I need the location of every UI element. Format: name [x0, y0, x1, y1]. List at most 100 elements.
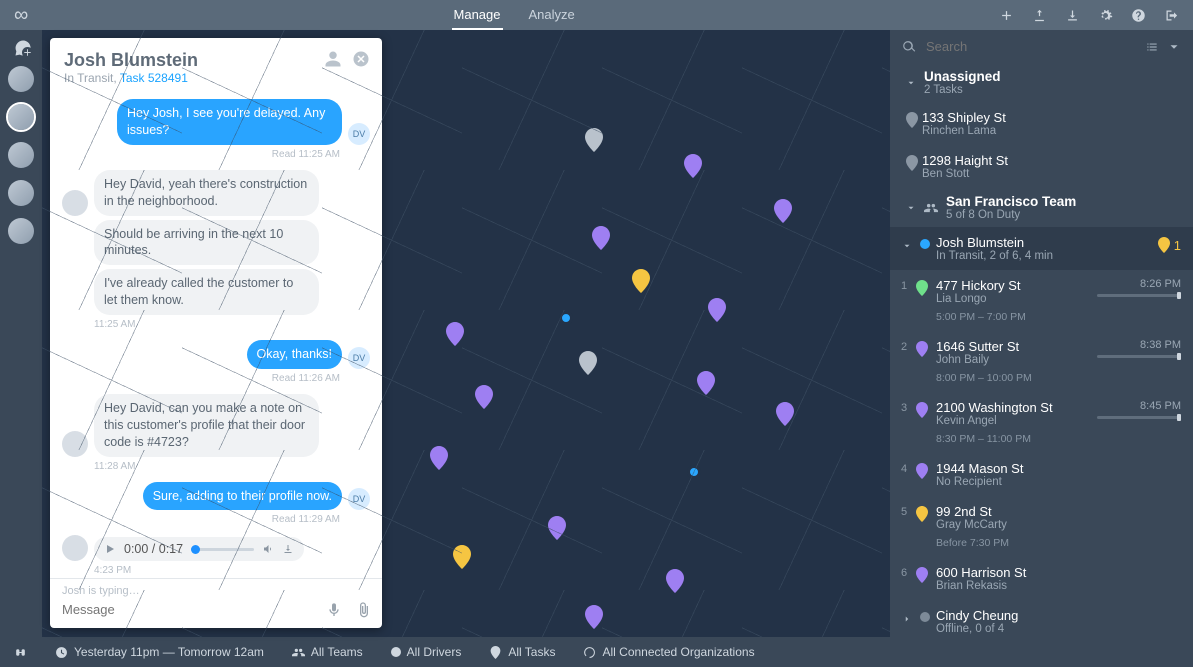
- group-title: Unassigned: [924, 69, 1001, 84]
- map-pin[interactable]: [592, 226, 610, 250]
- warning-pin-icon: [1158, 237, 1170, 253]
- chat-task-link[interactable]: Task 528491: [120, 71, 188, 85]
- settings-icon[interactable]: [1098, 8, 1113, 23]
- new-chat-icon[interactable]: [13, 38, 29, 54]
- download-icon[interactable]: [1065, 8, 1080, 23]
- msg-meta: Read 11:29 AM: [62, 514, 370, 525]
- top-bar: ∞ Manage Analyze: [0, 0, 1193, 30]
- task-row[interactable]: 5 99 2nd St Gray McCartyBefore 7:30 PM: [890, 496, 1193, 557]
- help-icon[interactable]: [1131, 8, 1146, 23]
- logout-icon[interactable]: [1164, 8, 1179, 23]
- chevron-down-icon[interactable]: [902, 241, 912, 251]
- map-pin[interactable]: [776, 402, 794, 426]
- driver-name: Cindy Cheung: [936, 608, 1181, 623]
- driver-row[interactable]: Cindy Cheung Offline, 0 of 4: [890, 600, 1193, 637]
- chevron-right-icon[interactable]: [902, 614, 912, 624]
- contact-avatar-3[interactable]: [8, 142, 34, 168]
- status-tasks-text: All Tasks: [508, 645, 555, 659]
- chevron-down-icon[interactable]: [1167, 40, 1181, 54]
- driver-row[interactable]: Josh Blumstein In Transit, 2 of 6, 4 min…: [890, 227, 1193, 270]
- group-team[interactable]: San Francisco Team 5 of 8 On Duty: [890, 188, 1193, 227]
- chevron-down-icon[interactable]: [906, 78, 916, 88]
- map-pin[interactable]: [446, 322, 464, 346]
- msg-incoming: Should be arriving in the next 10 minute…: [94, 220, 319, 266]
- task-window: Before 7:30 PM: [936, 537, 1181, 549]
- task-row[interactable]: 6 600 Harrison St Brian Rekasis: [890, 557, 1193, 600]
- clock-icon: [55, 646, 68, 659]
- map-pin[interactable]: [697, 371, 715, 395]
- msg-meta: Read 11:25 AM: [62, 149, 370, 160]
- volume-icon[interactable]: [262, 543, 274, 555]
- group-subtitle: 5 of 8 On Duty: [946, 209, 1076, 221]
- group-title: San Francisco Team: [946, 194, 1076, 209]
- task-row[interactable]: 2 1646 Sutter St John Baily8:38 PM8:00 P…: [890, 331, 1193, 392]
- search-icon[interactable]: [902, 40, 916, 54]
- map-pin[interactable]: [585, 605, 603, 629]
- import-icon[interactable]: [1032, 8, 1047, 23]
- msg-incoming: I've already called the customer to let …: [94, 269, 319, 315]
- task-row[interactable]: 3 2100 Washington St Kevin Angel8:45 PM8…: [890, 392, 1193, 453]
- map-pin[interactable]: [585, 128, 603, 152]
- pin-icon: [916, 280, 928, 296]
- map-pin[interactable]: [774, 199, 792, 223]
- task-row[interactable]: 1298 Haight St Ben Stott: [890, 145, 1193, 188]
- message-input[interactable]: [60, 601, 312, 618]
- status-drivers[interactable]: All Drivers: [391, 645, 462, 659]
- map-pin[interactable]: [430, 446, 448, 470]
- status-range[interactable]: Yesterday 11pm — Tomorrow 12am: [55, 645, 264, 659]
- map-pin[interactable]: [684, 154, 702, 178]
- right-panel: Unassigned 2 Tasks 133 Shipley St Rinche…: [890, 30, 1193, 637]
- contact-avatar-4[interactable]: [8, 180, 34, 206]
- msg-meta: 4:23 PM: [62, 565, 370, 576]
- tab-analyze[interactable]: Analyze: [527, 1, 577, 30]
- mic-icon[interactable]: [326, 602, 342, 618]
- pin-icon: [916, 341, 928, 357]
- status-binoculars[interactable]: [14, 646, 27, 659]
- map-pin[interactable]: [579, 351, 597, 375]
- map-area[interactable]: Josh Blumstein In Transit, Task 528491 H…: [42, 30, 890, 637]
- contact-avatar-2[interactable]: [8, 104, 34, 130]
- pin-icon: [916, 506, 928, 522]
- map-pin[interactable]: [666, 569, 684, 593]
- view-options-icon[interactable]: [1145, 40, 1159, 54]
- attach-icon[interactable]: [356, 602, 372, 618]
- play-icon[interactable]: [104, 543, 116, 555]
- chevron-down-icon[interactable]: [906, 203, 916, 213]
- tab-manage[interactable]: Manage: [452, 1, 503, 30]
- msg-outgoing: Sure, adding to their profile now.: [143, 482, 342, 511]
- app-logo: ∞: [14, 4, 29, 27]
- status-drivers-text: All Drivers: [407, 645, 462, 659]
- driver-status: Offline, 0 of 4: [936, 623, 1181, 635]
- task-number: 2: [901, 341, 907, 353]
- task-row[interactable]: 133 Shipley St Rinchen Lama: [890, 102, 1193, 145]
- profile-icon[interactable]: [324, 50, 342, 68]
- msg-meta: 11:25 AM: [62, 319, 370, 330]
- typing-indicator: Josh is typing…: [50, 579, 382, 601]
- msg-incoming: Hey David, yeah there's construction in …: [94, 170, 319, 216]
- map-driver-dot[interactable]: [687, 465, 701, 479]
- map-pin[interactable]: [475, 385, 493, 409]
- status-tasks[interactable]: All Tasks: [489, 645, 555, 659]
- map-pin[interactable]: [632, 269, 650, 293]
- search-input[interactable]: [924, 38, 1137, 55]
- status-teams[interactable]: All Teams: [292, 645, 363, 659]
- contact-avatar-5[interactable]: [8, 218, 34, 244]
- task-row[interactable]: 1 477 Hickory St Lia Longo8:26 PM5:00 PM…: [890, 270, 1193, 331]
- contact-avatar-1[interactable]: [8, 66, 34, 92]
- download-audio-icon[interactable]: [282, 543, 294, 555]
- close-icon[interactable]: [352, 50, 370, 68]
- map-pin[interactable]: [708, 298, 726, 322]
- chat-status: In Transit,: [64, 71, 120, 85]
- status-range-text: Yesterday 11pm — Tomorrow 12am: [74, 645, 264, 659]
- pin-icon: [906, 112, 918, 128]
- add-icon[interactable]: [999, 8, 1014, 23]
- map-pin[interactable]: [548, 516, 566, 540]
- status-orgs[interactable]: All Connected Organizations: [583, 645, 754, 659]
- task-progress: [1097, 416, 1181, 419]
- group-unassigned[interactable]: Unassigned 2 Tasks: [890, 63, 1193, 102]
- task-row[interactable]: 4 1944 Mason St No Recipient: [890, 453, 1193, 496]
- avatar-icon: [62, 431, 88, 457]
- map-pin[interactable]: [453, 545, 471, 569]
- audio-message[interactable]: 0:00 / 0:17: [94, 537, 304, 561]
- map-driver-dot[interactable]: [559, 311, 573, 325]
